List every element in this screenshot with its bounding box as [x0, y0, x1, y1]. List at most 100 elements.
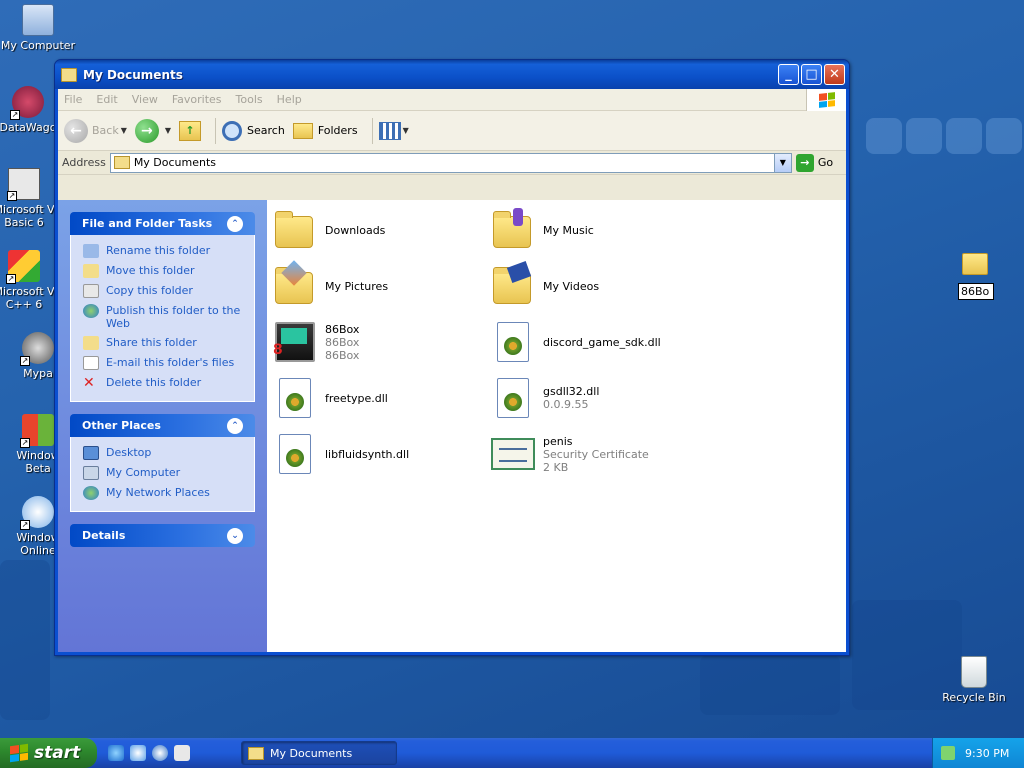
chevron-up-icon[interactable]: ⌃ [227, 417, 243, 434]
go-label: Go [817, 156, 834, 169]
place-network[interactable]: My Network Places [83, 483, 244, 503]
views-button[interactable]: ▼ [378, 121, 409, 140]
file-item-my-videos[interactable]: My Videos [491, 261, 701, 308]
up-folder-button[interactable]: ↑ [179, 120, 202, 141]
place-label: My Computer [106, 466, 181, 479]
maximize-button[interactable]: □ [801, 64, 822, 85]
task-email-files[interactable]: E-mail this folder's files [83, 353, 244, 373]
chevron-up-icon[interactable]: ⌃ [227, 215, 243, 232]
network-tray-icon[interactable] [941, 746, 955, 760]
outlook-express-icon[interactable] [130, 745, 146, 761]
desktop-icon-vcpp6[interactable]: ↗ Microsoft V C++ 6 [0, 250, 62, 311]
folder-icon [248, 746, 264, 760]
start-button[interactable]: start [0, 738, 97, 768]
file-name: My Music [543, 223, 594, 237]
clock[interactable]: 9:30 PM [965, 747, 1009, 760]
place-label: My Network Places [106, 486, 210, 499]
place-my-computer[interactable]: My Computer [83, 463, 244, 483]
search-button[interactable]: Search [222, 120, 285, 141]
toolbar-separator [215, 117, 217, 144]
back-label: Back [92, 124, 119, 137]
task-share-folder[interactable]: Share this folder [83, 333, 244, 353]
file-size: 2 KB [543, 460, 569, 474]
menu-file[interactable]: File [64, 93, 82, 106]
quick-launch-app-icon[interactable] [174, 745, 190, 761]
quick-launch [108, 745, 196, 761]
file-item-my-music[interactable]: My Music [491, 208, 701, 252]
globe-icon [83, 304, 99, 318]
file-item-discord-sdk[interactable]: discord_game_sdk.dll [491, 320, 701, 364]
task-label: Move this folder [106, 264, 195, 277]
task-pane: File and Folder Tasks ⌃ Rename this fold… [58, 200, 267, 652]
file-version: 0.0.9.55 [543, 398, 589, 411]
file-item-freetype[interactable]: freetype.dll [273, 376, 483, 420]
file-list: Downloads My Music My Pictures My Videos [267, 200, 846, 652]
forward-button[interactable]: → ▼ [134, 118, 171, 143]
media-player-icon[interactable] [152, 745, 168, 761]
new-folder-icon[interactable] [962, 253, 988, 275]
window-titlebar[interactable]: My Documents _ □ ✕ [55, 60, 849, 89]
file-name: Downloads [325, 223, 386, 237]
share-icon [83, 336, 99, 350]
file-item-downloads[interactable]: Downloads [273, 208, 483, 252]
file-item-certificate[interactable]: penis Security Certificate 2 KB [491, 432, 701, 476]
desktop-icon-recycle-bin[interactable]: Recycle Bin [936, 656, 1012, 704]
desktop-icon-vb6[interactable]: ↗ Microsoft V Basic 6 [0, 168, 62, 229]
folder-icon [273, 208, 317, 252]
chevron-down-icon[interactable]: ▼ [773, 153, 791, 172]
folder-icon [61, 67, 77, 82]
task-publish-web[interactable]: Publish this folder to the Web [83, 301, 244, 333]
toolbar: ← Back ▼ → ▼ ↑ Search Folders ▼ [58, 111, 846, 151]
window-title: My Documents [83, 67, 183, 82]
file-name: My Pictures [325, 279, 389, 293]
windows-flag-icon: ↗ [20, 414, 54, 448]
taskbar-button-my-documents[interactable]: My Documents [241, 741, 397, 765]
86box-app-icon: 8 [273, 320, 317, 364]
address-bar: Address My Documents ▼ → Go [58, 151, 846, 175]
rename-input[interactable]: 86Bo [958, 283, 994, 300]
computer-icon [22, 4, 54, 36]
task-label: Delete this folder [106, 376, 202, 389]
task-delete-folder[interactable]: ✕ Delete this folder [83, 373, 244, 393]
file-item-gsdll32[interactable]: gsdll32.dll 0.0.9.55 [491, 376, 701, 420]
folder-icon [113, 156, 130, 169]
raccoon-icon: ↗ [20, 332, 54, 366]
place-desktop[interactable]: Desktop [83, 443, 244, 463]
menu-tools[interactable]: Tools [236, 93, 263, 106]
chevron-down-icon[interactable]: ⌄ [227, 527, 243, 544]
desktop-icon-my-computer[interactable]: My Computer [0, 4, 76, 52]
panel-header[interactable]: Other Places ⌃ [70, 414, 255, 437]
close-button[interactable]: ✕ [824, 64, 845, 85]
recycle-bin-icon [961, 656, 987, 688]
music-folder-icon [491, 208, 535, 252]
go-button[interactable]: → Go [795, 153, 834, 172]
menu-bar: File Edit View Favorites Tools Help [58, 89, 846, 111]
address-input[interactable]: My Documents ▼ [109, 152, 792, 173]
file-name: libfluidsynth.dll [325, 447, 410, 461]
folders-button[interactable]: Folders [292, 122, 358, 139]
dll-gear-icon [273, 376, 317, 420]
address-label: Address [62, 156, 106, 169]
desktop-icon-label: Recycle Bin [942, 691, 1006, 704]
file-item-my-pictures[interactable]: My Pictures [273, 260, 483, 308]
menu-view[interactable]: View [132, 93, 158, 106]
panel-header[interactable]: Details ⌄ [70, 524, 255, 547]
search-label: Search [247, 124, 285, 137]
file-name: 86Box [325, 322, 360, 336]
place-label: Desktop [106, 446, 152, 459]
file-name: My Videos [543, 279, 600, 293]
task-label: Rename this folder [106, 244, 211, 257]
back-button[interactable]: ← Back ▼ [64, 118, 127, 143]
task-copy-folder[interactable]: Copy this folder [83, 281, 244, 301]
task-move-folder[interactable]: Move this folder [83, 261, 244, 281]
menu-help[interactable]: Help [277, 93, 302, 106]
file-item-libfluidsynth[interactable]: libfluidsynth.dll [273, 432, 483, 476]
menu-edit[interactable]: Edit [96, 93, 117, 106]
file-item-86box[interactable]: 8 86Box 86Box 86Box [273, 320, 483, 364]
internet-explorer-icon[interactable] [108, 745, 124, 761]
panel-header[interactable]: File and Folder Tasks ⌃ [70, 212, 255, 235]
minimize-button[interactable]: _ [778, 64, 799, 85]
menu-favorites[interactable]: Favorites [172, 93, 222, 106]
panel-body: Desktop My Computer My Network Places [70, 437, 255, 512]
task-rename-folder[interactable]: Rename this folder [83, 241, 244, 261]
